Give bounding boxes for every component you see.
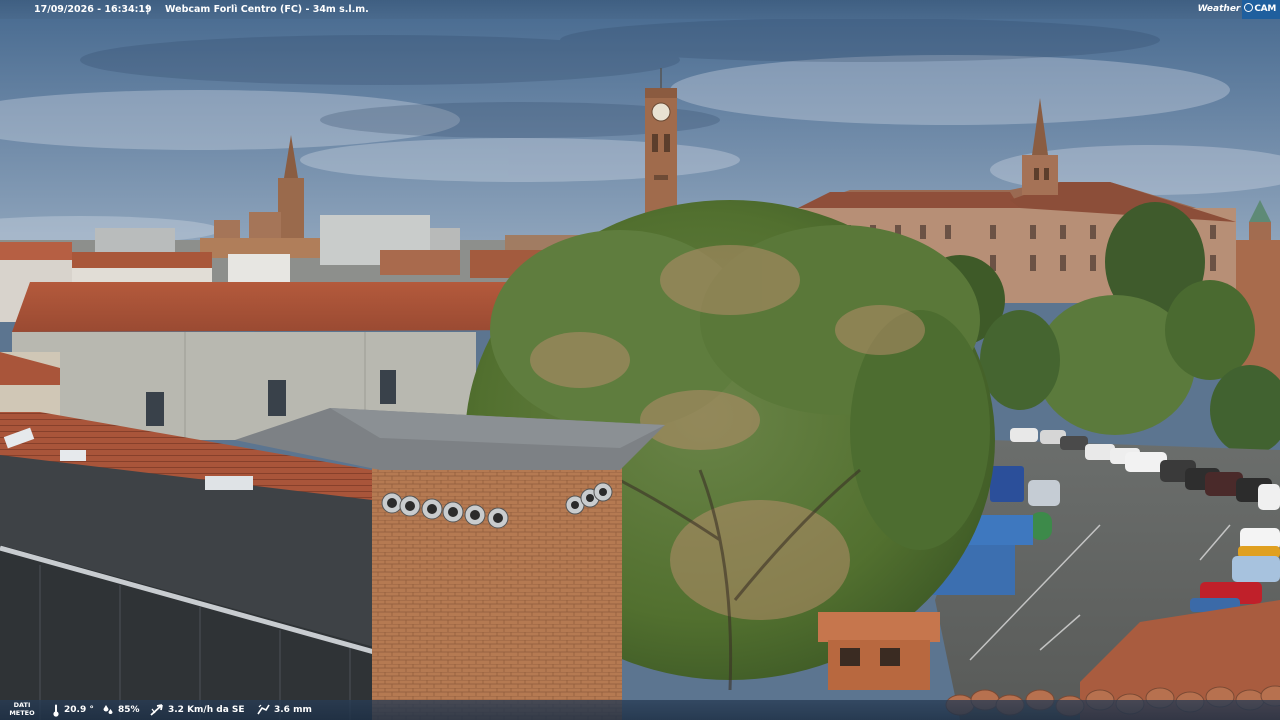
webcam-viewport: 17/09/2026 - 16:34:19 | Webcam Forlì Cen… [0, 0, 1280, 720]
humidity-value: 85% [118, 705, 140, 715]
header-separator: | [146, 4, 150, 15]
wind-readout: 3.2 Km/h da SE [150, 700, 245, 720]
wind-direction-icon [150, 704, 163, 716]
temperature-readout: 20.9 ° [52, 700, 94, 720]
logo-cam-badge: CAM [1242, 0, 1280, 19]
rain-value: 3.6 mm [274, 705, 312, 715]
weather-data-label-line1: DATI [13, 701, 31, 709]
rain-readout: 3.6 mm [256, 700, 312, 720]
webcam-image [0, 0, 1280, 720]
location-label: Webcam Forlì Centro (FC) - 34m s.l.m. [165, 4, 369, 15]
thermometer-icon [53, 704, 59, 717]
weathercam-logo: Weather CAM [1198, 0, 1280, 19]
weather-data-bar: DATI METEO 20.9 ° 85% 3.2 Km/h da SE 3.6… [0, 700, 1280, 720]
weather-data-label: DATI METEO [8, 701, 36, 717]
logo-lens-icon [1244, 3, 1254, 12]
humidity-drops-icon [103, 705, 113, 714]
temperature-value: 20.9 ° [64, 705, 94, 715]
wind-value: 3.2 Km/h da SE [168, 705, 245, 715]
humidity-readout: 85% [102, 700, 140, 720]
logo-cam-text: CAM [1254, 4, 1276, 14]
weather-data-label-line2: METEO [9, 709, 35, 717]
logo-weather-text: Weather [1197, 4, 1241, 14]
webcam-header-bar: 17/09/2026 - 16:34:19 | Webcam Forlì Cen… [0, 0, 1280, 19]
datetime-label: 17/09/2026 - 16:34:19 [34, 4, 152, 15]
rain-icon [257, 704, 270, 715]
